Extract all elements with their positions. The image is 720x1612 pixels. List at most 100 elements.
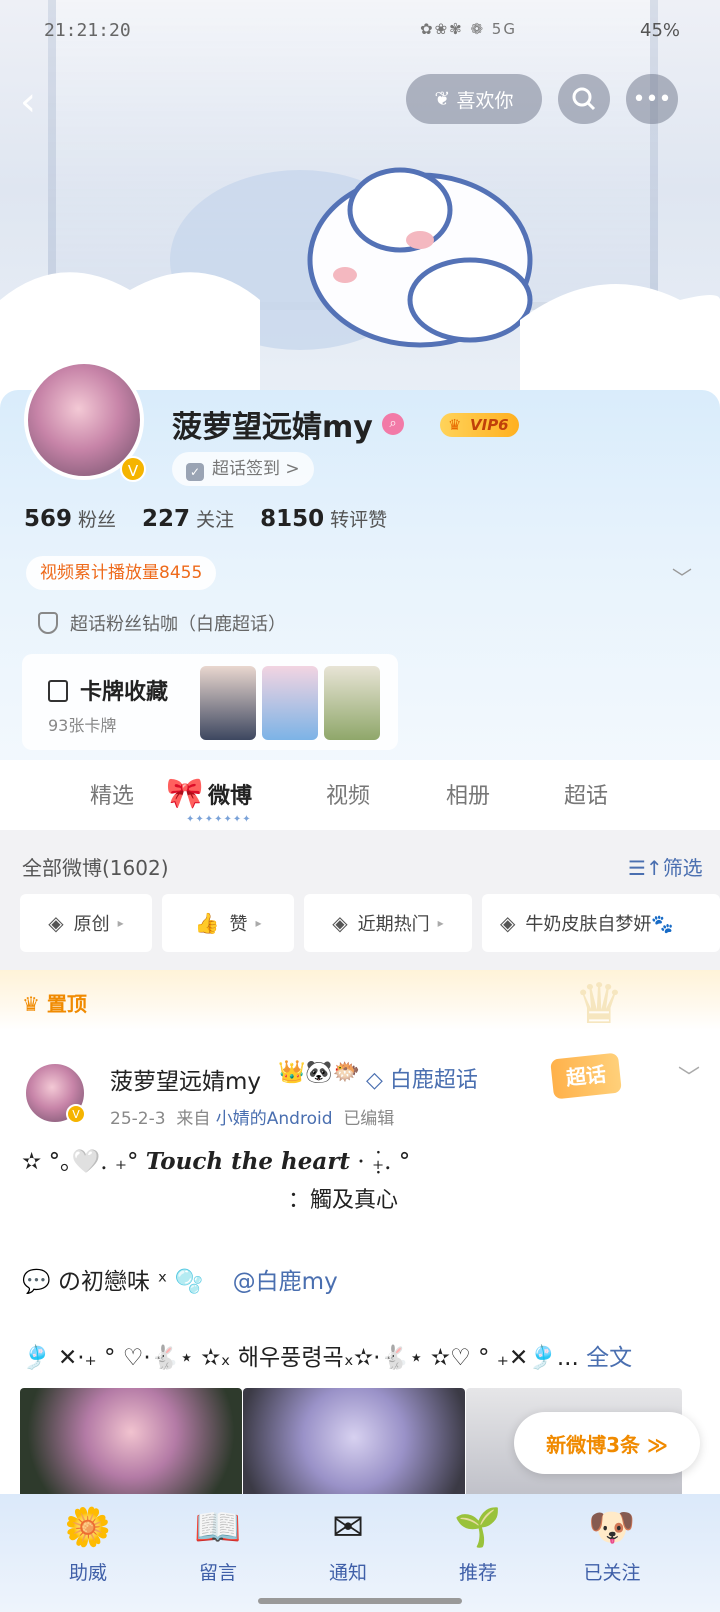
- chip-label: 近期热门: [357, 914, 430, 935]
- post-date: 25-2-3: [110, 1109, 166, 1129]
- pinned-label: ♛ 置顶: [22, 988, 87, 1017]
- card-thumbnail[interactable]: [200, 666, 256, 740]
- more-icon[interactable]: •••: [626, 74, 678, 124]
- search-icon[interactable]: [558, 74, 610, 124]
- post-super-topic[interactable]: ◇ 白鹿超话: [366, 1062, 478, 1094]
- chevron-down-icon[interactable]: ﹀: [672, 562, 692, 591]
- chip-original[interactable]: ◈ 原创 ▸: [20, 894, 152, 952]
- filter-label: 筛选: [662, 856, 703, 880]
- thumbs-up-icon: 👍: [194, 911, 220, 935]
- layers-icon: ◈: [48, 911, 64, 935]
- post-author[interactable]: 菠萝望远婧my: [110, 1062, 261, 1096]
- following-label[interactable]: 关注: [196, 509, 234, 531]
- card-thumbnail[interactable]: [324, 666, 380, 740]
- post-image[interactable]: [243, 1388, 465, 1498]
- nav-label: 已关注: [583, 1562, 641, 1584]
- post-text-deco: 💬 の初戀味 ˣ 🫧: [22, 1269, 204, 1295]
- puppy-icon: 🐶: [588, 1505, 636, 1549]
- following-count[interactable]: 227: [142, 506, 190, 532]
- post-image[interactable]: [20, 1388, 242, 1498]
- pinned-label-text: 置顶: [46, 992, 87, 1016]
- chip-liked[interactable]: 👍 赞 ▸: [162, 894, 294, 952]
- post-text-deco: · ₊̣̇. °: [357, 1149, 411, 1175]
- plant-icon: 🌱: [454, 1505, 502, 1549]
- chip-custom-tag[interactable]: ◈ 牛奶皮肤自梦妍🐾: [482, 894, 720, 952]
- post-meta: 25-2-3 来自 小婧的Android 已编辑: [110, 1104, 394, 1129]
- status-icons: ✿❀✾ ❁ 5G: [420, 20, 517, 38]
- post-author-badges: 👑🐼🐡: [278, 1060, 361, 1085]
- fan-badge-row[interactable]: 超话粉丝钻咖（白鹿超话）: [38, 610, 286, 636]
- username: 菠萝望远婧my: [172, 410, 373, 445]
- verified-badge-icon: V: [66, 1104, 86, 1124]
- card-thumbnail[interactable]: [262, 666, 318, 740]
- likes-count: 8150: [260, 506, 325, 532]
- nav-item-recommend[interactable]: 🌱 推荐: [428, 1500, 528, 1585]
- post-text-line: 🎐 ✕·₊ ° ♡·🐇⋆ ✫ₓ 해우풍령곡ₓ✫·🐇⋆ ✫♡ ° ₊✕🎐... 全…: [22, 1338, 632, 1372]
- signin-label: 超话签到 >: [212, 459, 300, 479]
- envelope-icon: ✉: [332, 1505, 364, 1549]
- post-edited: 已编辑: [343, 1109, 395, 1129]
- post-mention[interactable]: @白鹿my: [233, 1269, 338, 1295]
- crown-decoration-icon: ♛: [574, 972, 625, 1037]
- card-collection-title: 卡牌收藏: [48, 674, 168, 706]
- nav-label: 推荐: [458, 1562, 497, 1584]
- sort-icon: ☰↑: [628, 856, 663, 880]
- chip-label: 原创: [73, 914, 110, 935]
- status-bar: 21:21:20 ✿❀✾ ❁ 5G 45%: [0, 0, 720, 64]
- nav-label: 通知: [328, 1562, 367, 1584]
- chip-recent-hot[interactable]: ◈ 近期热门 ▸: [304, 894, 472, 952]
- card-icon: [48, 680, 68, 702]
- like-button-label: 喜欢你: [456, 89, 514, 112]
- filter-button[interactable]: ☰↑筛选: [628, 852, 703, 881]
- post-text-deco: ✫ °｡🤍. ₊°: [22, 1149, 139, 1175]
- nav-item-following[interactable]: 🐶 已关注: [562, 1500, 662, 1585]
- post-from-label: 来自: [176, 1109, 211, 1129]
- tab-supertopic[interactable]: 超话: [564, 778, 608, 810]
- followers-label[interactable]: 粉丝: [78, 509, 116, 531]
- peach-icon: ❦: [434, 88, 451, 110]
- post-device[interactable]: 小婧的Android: [216, 1109, 333, 1129]
- home-indicator[interactable]: [258, 1598, 462, 1604]
- super-topic-tag: 超话: [550, 1052, 622, 1100]
- nav-item-notify[interactable]: ✉ 通知: [298, 1500, 398, 1585]
- pink-search-icon[interactable]: ⌕: [382, 413, 404, 435]
- nav-label: 留言: [198, 1562, 237, 1584]
- profile-stats: 569 粉丝 227 关注 8150 转评赞: [24, 505, 413, 532]
- battery-level: 45%: [640, 20, 681, 41]
- back-arrow-icon[interactable]: ‹: [20, 82, 50, 122]
- tab-video[interactable]: 视频: [326, 778, 370, 810]
- fan-badge-label: 超话粉丝钻咖（白鹿超话）: [70, 614, 286, 635]
- bow-icon: 🎀: [166, 776, 204, 811]
- tab-album[interactable]: 相册: [446, 778, 490, 810]
- book-icon: 📖: [194, 1505, 242, 1549]
- check-calendar-icon: ✓: [186, 463, 204, 481]
- nav-label: 助威: [68, 1562, 107, 1584]
- super-topic-signin-button[interactable]: ✓ 超话签到 >: [172, 452, 314, 486]
- tab-weibo[interactable]: 微博: [208, 778, 252, 810]
- flower-icon: 🌼: [64, 1505, 112, 1549]
- post-text-line: ✫ °｡🤍. ₊° Touch the heart · ₊̣̇. °: [22, 1142, 410, 1176]
- triangle-right-icon: ▸: [117, 916, 124, 930]
- crown-icon: ♛: [22, 992, 47, 1016]
- post-text-line: ：觸及真心: [288, 1188, 399, 1213]
- nav-item-cheer[interactable]: 🌼 助威: [38, 1500, 138, 1585]
- followers-count[interactable]: 569: [24, 506, 72, 532]
- likes-label: 转评赞: [330, 509, 388, 531]
- vip-badge[interactable]: VIP6: [440, 413, 519, 437]
- full-text-link[interactable]: 全文: [586, 1345, 632, 1371]
- triangle-right-icon: ▸: [255, 916, 262, 930]
- triangle-right-icon: ▸: [437, 916, 444, 930]
- verified-badge-icon: V: [120, 456, 146, 482]
- post-text-line: 💬 の初戀味 ˣ 🫧 @白鹿my: [22, 1262, 338, 1296]
- profile-tabs: 精选 微博 视频 相册 超话: [0, 760, 720, 830]
- active-tab-indicator: ✦✦✦✦✦✦✦: [186, 814, 252, 825]
- tab-featured[interactable]: 精选: [90, 778, 134, 810]
- like-button[interactable]: ❦ 喜欢你: [406, 74, 542, 124]
- nav-item-message[interactable]: 📖 留言: [168, 1500, 268, 1585]
- card-collection-title-text: 卡牌收藏: [80, 680, 169, 705]
- post-text-deco: 🎐 ✕·₊ ° ♡·🐇⋆ ✫ₓ 해우풍령곡ₓ✫·🐇⋆ ✫♡ ° ₊✕🎐...: [22, 1345, 579, 1371]
- shield-icon: [38, 612, 58, 634]
- new-posts-button[interactable]: 新微博3条 ≫: [514, 1412, 700, 1474]
- chevron-down-icon[interactable]: ﹀: [678, 1060, 700, 1092]
- layers-icon: ◈: [332, 911, 348, 935]
